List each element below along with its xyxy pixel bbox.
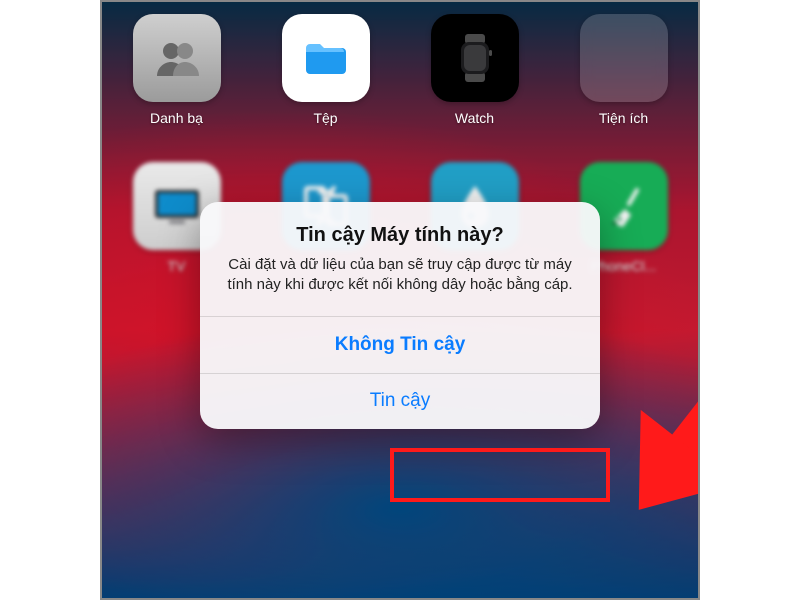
app-label: Tiện ích [599, 110, 648, 126]
watch-icon [431, 14, 519, 102]
app-label: TV [168, 258, 186, 274]
dialog-title: Tin cậy Máy tính này? [220, 224, 580, 247]
files-icon [282, 14, 370, 102]
app-files[interactable]: Tệp [282, 14, 370, 126]
folder-icon [580, 14, 668, 102]
app-label: Watch [455, 110, 494, 126]
dont-trust-button[interactable]: Không Tin cậy [200, 317, 600, 373]
app-label: Danh bạ [150, 110, 203, 126]
app-watch[interactable]: Watch [431, 14, 519, 126]
app-utilities-folder[interactable]: Tiện ích [580, 14, 668, 126]
dialog-message: Cài đặt và dữ liệu của bạn sẽ truy cập đ… [220, 255, 580, 296]
trust-computer-dialog: Tin cậy Máy tính này? Cài đặt và dữ liệu… [200, 202, 600, 429]
app-label: Tệp [313, 110, 337, 126]
phone-screenshot: Danh bạ Tệp Watch Tiện íc [100, 0, 700, 600]
app-contacts[interactable]: Danh bạ [133, 14, 221, 126]
trust-button[interactable]: Tin cậy [200, 373, 600, 429]
app-label: PhoneCl... [591, 258, 656, 274]
contacts-icon [133, 14, 221, 102]
